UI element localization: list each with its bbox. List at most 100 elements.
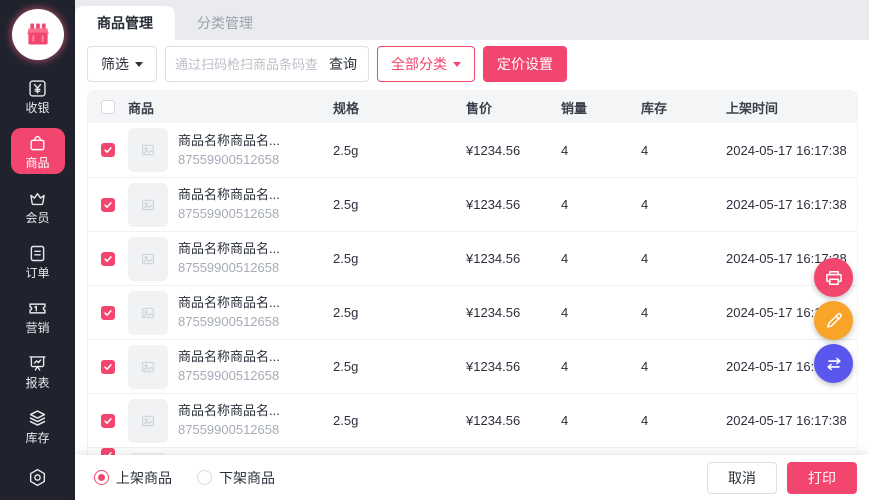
sales-cell: 4: [561, 359, 641, 374]
product-barcode: 87559900512658: [178, 422, 280, 438]
product-barcode: 87559900512658: [178, 314, 280, 330]
price-cell: ¥1234.56: [466, 413, 561, 428]
image-icon: [140, 142, 156, 158]
footer-actions: 取消 打印: [707, 462, 857, 494]
sidebar-item-label: 库存: [25, 432, 49, 444]
table-body: 商品名称商品名... 87559900512658 2.5g ¥1234.56 …: [88, 123, 857, 455]
price-cell: ¥1234.56: [466, 305, 561, 320]
sidebar-item-label: 报表: [25, 377, 49, 389]
sales-cell: 4: [561, 197, 641, 212]
image-icon: [140, 305, 156, 321]
print-button[interactable]: 打印: [787, 462, 857, 494]
spec-cell: 2.5g: [333, 413, 466, 428]
sidebar-item-label: 营销: [25, 322, 49, 334]
printer-icon: [824, 268, 844, 288]
product-name: 商品名称商品名...: [178, 187, 280, 203]
category-filter-button[interactable]: 全部分类: [377, 46, 475, 82]
table-row[interactable]: 商品名称商品名... 87559900512658 2.5g ¥1234.56 …: [88, 339, 857, 393]
print-fab[interactable]: [814, 258, 853, 297]
select-all-checkbox[interactable]: [101, 100, 115, 114]
category-filter-label: 全部分类: [391, 54, 447, 74]
column-header-sales: 销量: [561, 98, 641, 117]
barcode-search: 查询: [165, 46, 369, 82]
product-image-placeholder: [128, 291, 168, 335]
spec-cell: 2.5g: [333, 143, 466, 158]
table-row[interactable]: 商品名称商品名... 87559900512658 2.5g ¥1234.56 …: [88, 393, 857, 447]
tab-category-manage[interactable]: 分类管理: [175, 6, 275, 40]
product-text: 商品名称商品名... 87559900512658: [178, 241, 280, 275]
product-image-placeholder: [128, 237, 168, 281]
chevron-down-icon: [453, 62, 461, 67]
table-row[interactable]: 商品名称商品名... 87559900512658 2.5g ¥1234.56 …: [88, 231, 857, 285]
sidebar-item-label: 商品: [25, 157, 49, 169]
table-header: 商品 规格 售价 销量 库存 上架时间: [88, 91, 857, 123]
row-checkbox[interactable]: [101, 414, 115, 428]
product-image-placeholder: [128, 128, 168, 172]
column-header-stock: 库存: [641, 98, 726, 117]
sales-cell: 4: [561, 413, 641, 428]
radio-on-sale[interactable]: 上架商品: [94, 468, 172, 488]
time-cell: 2024-05-17 16:17:38: [726, 143, 857, 158]
radio-off-sale-label: 下架商品: [219, 468, 275, 488]
product-name: 商品名称商品名...: [178, 349, 280, 365]
table-row[interactable]: 商品名称商品名... 87559900512658 2.5g ¥1234.56 …: [88, 123, 857, 177]
product-text: 商品名称商品名... 87559900512658: [178, 187, 280, 221]
sidebar-item-cashier[interactable]: 收银: [11, 73, 65, 119]
price-cell: ¥1234.56: [466, 359, 561, 374]
image-icon: [140, 251, 156, 267]
search-button[interactable]: 查询: [318, 54, 368, 74]
stock-cell: 4: [641, 197, 726, 212]
product-image-placeholder: [128, 345, 168, 389]
column-header-price: 售价: [466, 98, 561, 117]
sidebar-item-member[interactable]: 会员: [11, 183, 65, 229]
transfer-fab[interactable]: [814, 344, 853, 383]
tab-bar: 商品管理分类管理: [75, 0, 869, 40]
table-row[interactable]: [88, 447, 857, 455]
edit-fab[interactable]: [814, 301, 853, 340]
sidebar-nav: 收银商品会员订单营销报表库存: [11, 73, 65, 449]
sidebar-item-settings[interactable]: [11, 461, 65, 500]
pricing-settings-button[interactable]: 定价设置: [483, 46, 567, 82]
stock-cell: 4: [641, 359, 726, 374]
product-barcode: 87559900512658: [178, 206, 280, 222]
row-checkbox[interactable]: [101, 143, 115, 157]
cancel-button[interactable]: 取消: [707, 462, 777, 494]
price-cell: ¥1234.56: [466, 143, 561, 158]
table-row[interactable]: 商品名称商品名... 87559900512658 2.5g ¥1234.56 …: [88, 285, 857, 339]
product-text: 商品名称商品名... 87559900512658: [178, 133, 280, 167]
stock-cell: 4: [641, 251, 726, 266]
filter-button[interactable]: 筛选: [87, 46, 157, 82]
sales-cell: 4: [561, 143, 641, 158]
barcode-search-input[interactable]: [166, 57, 318, 72]
sidebar-item-marketing[interactable]: 营销: [11, 293, 65, 339]
row-checkbox[interactable]: [101, 252, 115, 266]
row-checkbox[interactable]: [101, 306, 115, 320]
sales-cell: 4: [561, 251, 641, 266]
row-checkbox[interactable]: [101, 360, 115, 374]
price-cell: ¥1234.56: [466, 197, 561, 212]
row-checkbox[interactable]: [101, 198, 115, 212]
product-barcode: 87559900512658: [178, 368, 280, 384]
table-row[interactable]: 商品名称商品名... 87559900512658 2.5g ¥1234.56 …: [88, 177, 857, 231]
sidebar-item-goods[interactable]: 商品: [11, 128, 65, 174]
sidebar-item-label: 收银: [25, 102, 49, 114]
radio-off-sale[interactable]: 下架商品: [197, 468, 275, 488]
store-logo-icon: [21, 17, 55, 51]
product-text: 商品名称商品名... 87559900512658: [178, 403, 280, 437]
sidebar-item-inventory[interactable]: 库存: [11, 403, 65, 449]
main-area: 商品管理分类管理 筛选 查询 全部分类 定价设置 商品: [75, 0, 869, 500]
column-header-product: 商品: [128, 98, 333, 117]
price-cell: ¥1234.56: [466, 251, 561, 266]
stock-cell: 4: [641, 305, 726, 320]
column-header-spec: 规格: [333, 98, 466, 117]
product-text: 商品名称商品名... 87559900512658: [178, 349, 280, 383]
sidebar-item-report[interactable]: 报表: [11, 348, 65, 394]
radio-on-sale-label: 上架商品: [116, 468, 172, 488]
content-area: 筛选 查询 全部分类 定价设置 商品 规格 售价 销量 库: [75, 40, 869, 455]
tab-goods-manage[interactable]: 商品管理: [75, 6, 175, 40]
sidebar-item-order[interactable]: 订单: [11, 238, 65, 284]
gear-icon: [27, 467, 48, 493]
fab-stack: [814, 258, 853, 383]
row-checkbox[interactable]: [101, 448, 115, 455]
product-name: 商品名称商品名...: [178, 241, 280, 257]
